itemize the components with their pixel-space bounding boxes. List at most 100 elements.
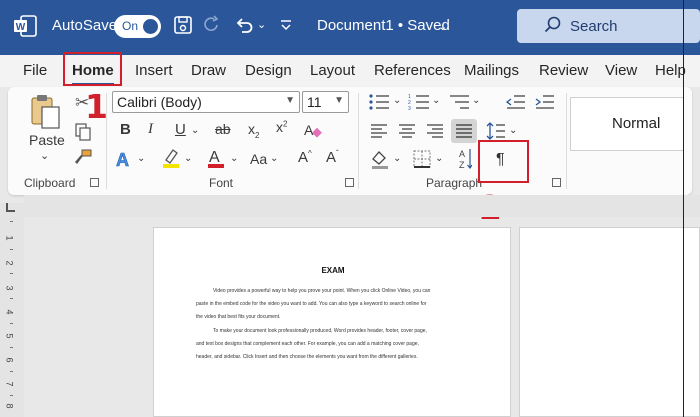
customize-toolbar-icon[interactable] — [279, 18, 293, 32]
svg-text:A: A — [209, 149, 220, 166]
toggle-state-label: On — [122, 19, 139, 33]
text-effects-dropdown-icon[interactable]: ⌄ — [137, 153, 145, 164]
text-effects-icon[interactable]: A — [114, 149, 134, 169]
font-color-dropdown-icon[interactable]: ⌄ — [230, 153, 238, 164]
search-box[interactable]: Search — [517, 9, 700, 43]
borders-dropdown-icon[interactable]: ⌄ — [435, 153, 443, 164]
tab-help[interactable]: Help — [655, 62, 686, 79]
tab-review[interactable]: Review — [539, 62, 588, 79]
document-page-2[interactable] — [519, 227, 700, 417]
shading-icon[interactable] — [370, 149, 390, 169]
group-separator — [106, 93, 107, 189]
step1-highlight-box — [63, 52, 122, 86]
ruler-tick — [10, 221, 13, 222]
font-name-dropdown[interactable]: Calibri (Body) ▼ — [112, 91, 300, 113]
window-edge-line — [683, 0, 684, 417]
format-painter-icon[interactable] — [73, 149, 93, 167]
undo-dropdown-icon[interactable]: ⌄ — [257, 18, 266, 31]
change-case-dropdown-icon[interactable]: ⌄ — [270, 153, 278, 164]
multilevel-list-icon[interactable] — [448, 93, 470, 111]
shrink-font-icon[interactable]: Aˇ — [326, 149, 339, 166]
redo-disabled-icon[interactable] — [202, 15, 222, 35]
svg-text:A: A — [304, 122, 314, 138]
numbering-dropdown-icon[interactable]: ⌄ — [432, 95, 440, 106]
paragraph-launcher-icon[interactable] — [552, 178, 561, 187]
line-spacing-icon[interactable] — [486, 121, 506, 141]
borders-icon[interactable] — [412, 149, 432, 169]
paste-dropdown-icon[interactable]: ⌄ — [40, 149, 49, 162]
superscript-icon[interactable]: x2 — [276, 119, 287, 135]
tab-selector-icon[interactable] — [6, 203, 15, 212]
clipboard-launcher-icon[interactable] — [90, 178, 99, 187]
document-paragraph-line: the video that best fits your document. — [196, 314, 281, 320]
font-color-icon[interactable]: A — [206, 147, 226, 169]
paste-label[interactable]: Paste — [29, 132, 65, 148]
increase-indent-icon[interactable] — [535, 93, 555, 111]
paste-icon[interactable] — [28, 93, 62, 129]
tab-mailings[interactable]: Mailings — [464, 62, 519, 79]
font-launcher-icon[interactable] — [345, 178, 354, 187]
subscript-icon[interactable]: x2 — [248, 121, 259, 140]
strikethrough-icon[interactable]: ab — [215, 121, 231, 137]
sort-icon[interactable]: A Z — [458, 147, 472, 171]
justify-icon — [456, 124, 472, 138]
font-size-dropdown[interactable]: 11 ▼ — [302, 91, 349, 113]
tab-design[interactable]: Design — [245, 62, 292, 79]
svg-text:3: 3 — [408, 106, 411, 111]
document-title[interactable]: Document1 • Saved — [317, 17, 450, 34]
undo-icon[interactable] — [234, 15, 254, 35]
tab-view[interactable]: View — [605, 62, 637, 79]
save-icon[interactable] — [173, 15, 193, 35]
align-center-icon[interactable] — [398, 123, 416, 139]
group-separator — [566, 93, 567, 189]
clear-formatting-icon[interactable]: A — [303, 121, 323, 139]
grow-font-icon[interactable]: A^ — [298, 149, 312, 166]
document-heading: EXAM — [321, 266, 345, 275]
document-paragraph-line: and text box designs that complement eac… — [196, 341, 419, 347]
styles-gallery-normal[interactable]: Normal — [570, 97, 684, 151]
align-left-icon[interactable] — [370, 123, 388, 139]
highlight-dropdown-icon[interactable]: ⌄ — [184, 153, 192, 164]
ruler-tick — [10, 347, 13, 348]
underline-dropdown-icon[interactable]: ⌄ — [191, 125, 199, 136]
toggle-knob — [143, 19, 158, 34]
svg-text:W: W — [16, 22, 26, 33]
tab-insert[interactable]: Insert — [135, 62, 173, 79]
change-case-icon[interactable]: Aa — [250, 151, 267, 167]
ribbon-panel: Paste ⌄ ✂ 1 Clipboard Calibri (Body) ▼ 1… — [8, 87, 692, 195]
document-paragraph-line: To make your document look professionall… — [213, 328, 427, 334]
svg-text:A: A — [116, 150, 129, 169]
ruler-tick — [10, 298, 13, 299]
underline-icon[interactable]: U — [175, 121, 186, 138]
step2-highlight-box — [478, 140, 529, 183]
decrease-indent-icon[interactable] — [506, 93, 526, 111]
paragraph-group-label: Paragraph — [426, 176, 483, 190]
title-bar: W AutoSave On ⌄ Document1 • Saved ⌄ Sear… — [0, 0, 700, 55]
tab-layout[interactable]: Layout — [310, 62, 355, 79]
word-logo-icon[interactable]: W — [13, 15, 37, 37]
italic-icon[interactable]: I — [148, 121, 153, 138]
autosave-toggle[interactable]: On — [114, 15, 161, 38]
bold-icon[interactable]: B — [120, 121, 131, 138]
bullets-icon[interactable] — [368, 93, 390, 111]
vertical-ruler[interactable]: 1 2 3 4 5 6 7 8 — [0, 203, 24, 417]
numbering-icon[interactable]: 123 — [408, 93, 430, 111]
tab-draw[interactable]: Draw — [191, 62, 226, 79]
line-spacing-dropdown-icon[interactable]: ⌄ — [509, 125, 517, 136]
svg-text:Z: Z — [459, 160, 465, 170]
shading-dropdown-icon[interactable]: ⌄ — [393, 153, 401, 164]
document-page[interactable]: EXAM Video provides a powerful way to he… — [153, 227, 511, 417]
title-dropdown-icon[interactable]: ⌄ — [438, 20, 447, 33]
ruler-number: 3 — [4, 285, 15, 291]
multilevel-dropdown-icon[interactable]: ⌄ — [472, 95, 480, 106]
chevron-down-icon: ▼ — [285, 95, 295, 106]
tab-file[interactable]: File — [23, 62, 47, 79]
horizontal-ruler[interactable] — [24, 195, 700, 217]
highlight-color-icon[interactable] — [160, 147, 182, 169]
align-right-icon[interactable] — [426, 123, 444, 139]
ruler-tick — [10, 395, 13, 396]
justify-button[interactable] — [451, 119, 477, 143]
ruler-number: 2 — [4, 260, 15, 266]
tab-references[interactable]: References — [374, 62, 451, 79]
bullets-dropdown-icon[interactable]: ⌄ — [393, 95, 401, 106]
